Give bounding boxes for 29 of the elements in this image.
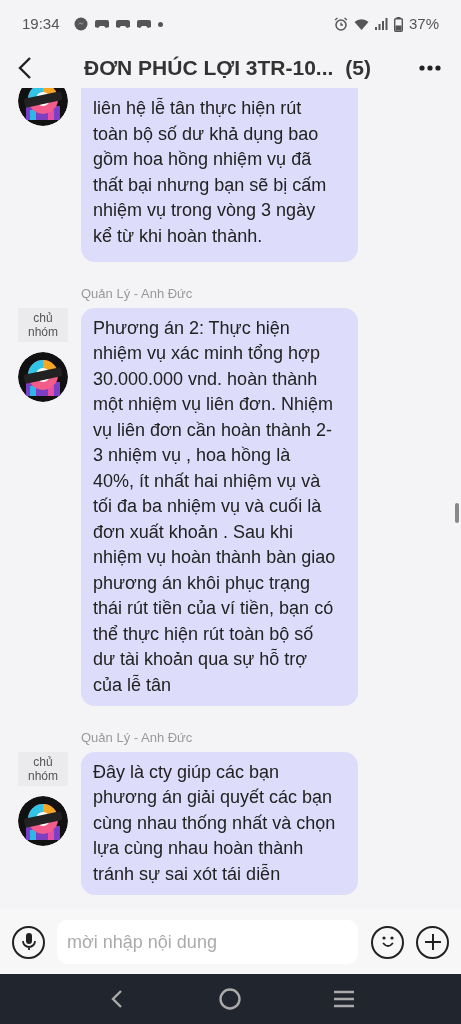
add-button[interactable] — [416, 925, 449, 959]
battery-icon — [393, 16, 403, 32]
dot-icon — [157, 21, 163, 27]
chat-icon — [73, 17, 88, 31]
scrollbar — [455, 503, 459, 523]
signal-icon — [374, 18, 388, 30]
back-icon — [18, 56, 32, 80]
battery-percent: 37% — [408, 13, 439, 34]
wifi-icon — [353, 17, 369, 31]
message-input[interactable]: mời nhập nội dung — [57, 920, 358, 964]
member-count: (5) — [345, 55, 372, 82]
microphone-button[interactable] — [12, 925, 45, 959]
status-time: 19:34 — [22, 13, 60, 34]
chat-title: ĐƠN PHÚC LỢI 3TR-10... — [84, 55, 334, 82]
home-icon — [219, 988, 242, 1010]
message-bubble: Phương án 2: Thực hiện nhiệm vụ xác minh tổng hợp 30.000.000 vnd. hoàn thành một nhiệm vụ liên đơn. Nhiệm vụ liên đơn cần hoàn thành 2-3 nhiệm vụ , hoa hồng là 40%, ít nhất hai nhiệm vụ và tối đa ba nhiệm vụ và cuối là đơn xuất khoản . Sau khi nhiệm vụ hoàn thành bàn giao phương án khôi phục trạng thái rút tiền của ví tiền, bạn có thể thực hiện rút toàn bộ số dư tài khoản qua sự hỗ trợ của lễ tân — [81, 307, 358, 706]
emoji-button[interactable] — [371, 925, 404, 959]
alarm-clock-icon — [333, 17, 348, 31]
message-bubble: Đây là cty giúp các bạn phương án giải quyết các bạn cùng nhau thống nhất và chọn lựa cùng nhau hoàn thành tránh sự sai xót tái diễn — [81, 751, 358, 895]
more-icon — [419, 65, 441, 71]
sender-name: Quản Lý - Anh Đức — [81, 729, 194, 747]
role-badge: chủ nhóm — [18, 751, 68, 786]
plus-icon — [423, 933, 442, 951]
message-bubble: liên hệ lễ tân thực hiện rút toàn bộ số dư khả dụng bao gồm hoa hồng nhiệm vụ đã thất bại nhưng bạn sẽ bị cấm nhiệm vụ trong vòng 3 ngày kể từ khi hoàn thành. — [81, 88, 358, 262]
role-badge: chủ nhóm — [18, 307, 68, 342]
menu-icon — [333, 990, 356, 1008]
microphone-icon — [21, 933, 36, 951]
back-icon — [110, 989, 123, 1009]
sender-name: Quản Lý - Anh Đức — [81, 285, 194, 303]
